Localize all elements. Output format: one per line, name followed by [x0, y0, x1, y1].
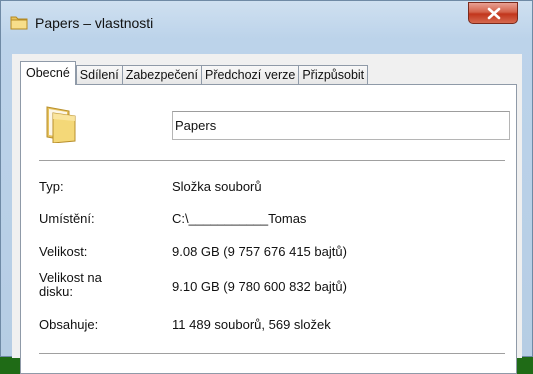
tab-general[interactable]: Obecné [20, 61, 76, 85]
tab-customize[interactable]: Přizpůsobit [298, 65, 369, 85]
window-title: Papers – vlastnosti [35, 15, 154, 31]
folder-icon [10, 14, 28, 30]
title-bar[interactable]: Papers – vlastnosti [1, 1, 532, 41]
contains-label: Obsahuje: [39, 317, 99, 332]
properties-window: Papers – vlastnosti Obecné Sdílení Zabez… [0, 0, 533, 374]
size-on-disk-value: 9.10 GB (9 780 600 832 bajtů) [172, 279, 347, 294]
type-label: Typ: [39, 179, 64, 194]
size-value: 9.08 GB (9 757 676 415 bajtů) [172, 244, 347, 259]
location-label: Umístění: [39, 211, 95, 226]
dialog-body: Obecné Sdílení Zabezpečení Předchozí ver… [12, 54, 522, 374]
separator [39, 353, 505, 354]
folder-name-input[interactable] [172, 111, 510, 140]
size-on-disk-label: Velikost na disku: [39, 270, 102, 299]
tab-sharing[interactable]: Sdílení [75, 65, 123, 85]
close-button[interactable] [468, 2, 518, 24]
close-icon [487, 7, 501, 20]
folder-icon [43, 103, 79, 144]
tab-previous-versions[interactable]: Předchozí verze [200, 65, 300, 85]
separator [39, 160, 505, 161]
contains-value: 11 489 souborů, 569 složek [172, 317, 331, 332]
tab-strip: Obecné Sdílení Zabezpečení Předchozí ver… [20, 61, 369, 85]
location-value: C:\___________Tomas [172, 211, 307, 226]
type-value: Složka souborů [172, 179, 262, 194]
general-panel: Typ: Složka souborů Umístění: C:\_______… [20, 84, 517, 374]
size-label: Velikost: [39, 244, 88, 259]
tab-security[interactable]: Zabezpečení [121, 65, 202, 85]
